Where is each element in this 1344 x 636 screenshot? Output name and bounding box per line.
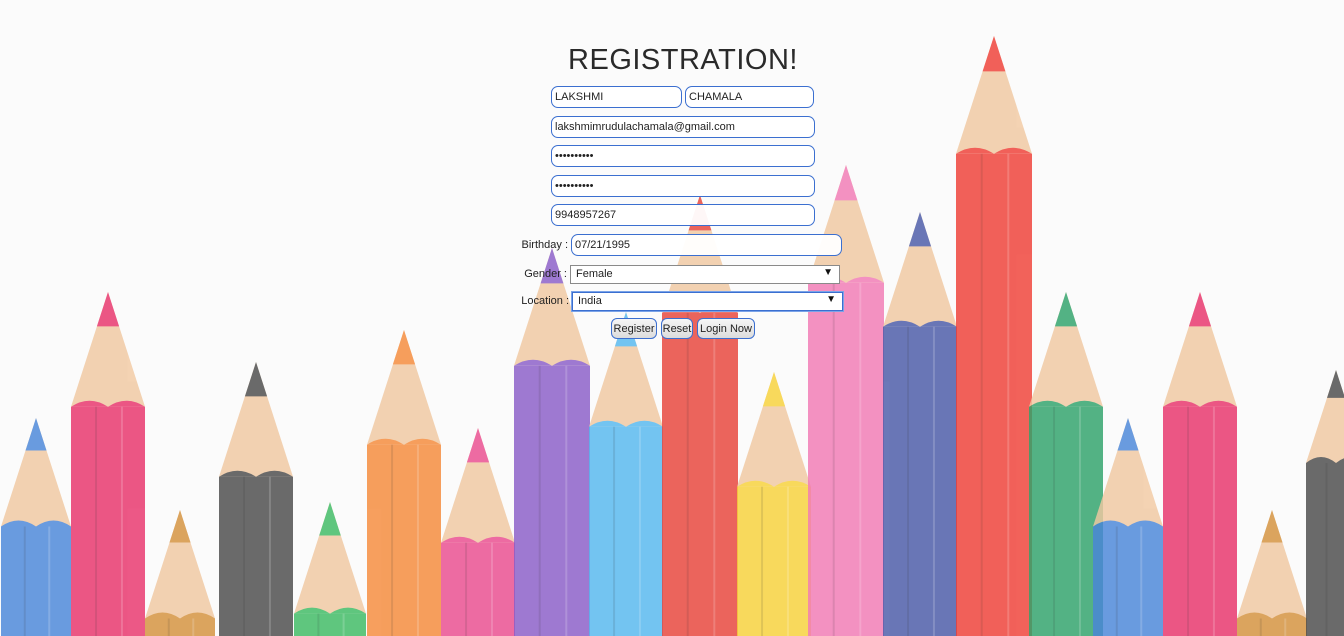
gender-selected-value: Female: [576, 268, 613, 280]
phone-input[interactable]: [551, 204, 815, 226]
location-select[interactable]: India ▼: [572, 292, 843, 311]
register-button[interactable]: Register: [611, 318, 657, 339]
last-name-input[interactable]: [685, 86, 814, 108]
reset-button[interactable]: Reset: [661, 318, 693, 339]
chevron-down-icon: ▼: [823, 267, 833, 278]
page-title: REGISTRATION!: [568, 44, 798, 76]
gender-select[interactable]: Female ▼: [570, 265, 840, 284]
location-selected-value: India: [578, 295, 602, 307]
password-input[interactable]: [551, 145, 815, 167]
email-input[interactable]: [551, 116, 815, 138]
gender-label: Gender :: [524, 268, 567, 280]
confirm-password-input[interactable]: [551, 175, 815, 197]
login-now-button[interactable]: Login Now: [697, 318, 755, 339]
birthday-label: Birthday :: [521, 239, 568, 251]
birthday-input[interactable]: [571, 234, 842, 256]
location-label: Location :: [521, 295, 569, 307]
registration-form: REGISTRATION! Birthday : Gender : Female…: [0, 0, 1344, 636]
chevron-down-icon: ▼: [826, 294, 836, 305]
first-name-input[interactable]: [551, 86, 682, 108]
